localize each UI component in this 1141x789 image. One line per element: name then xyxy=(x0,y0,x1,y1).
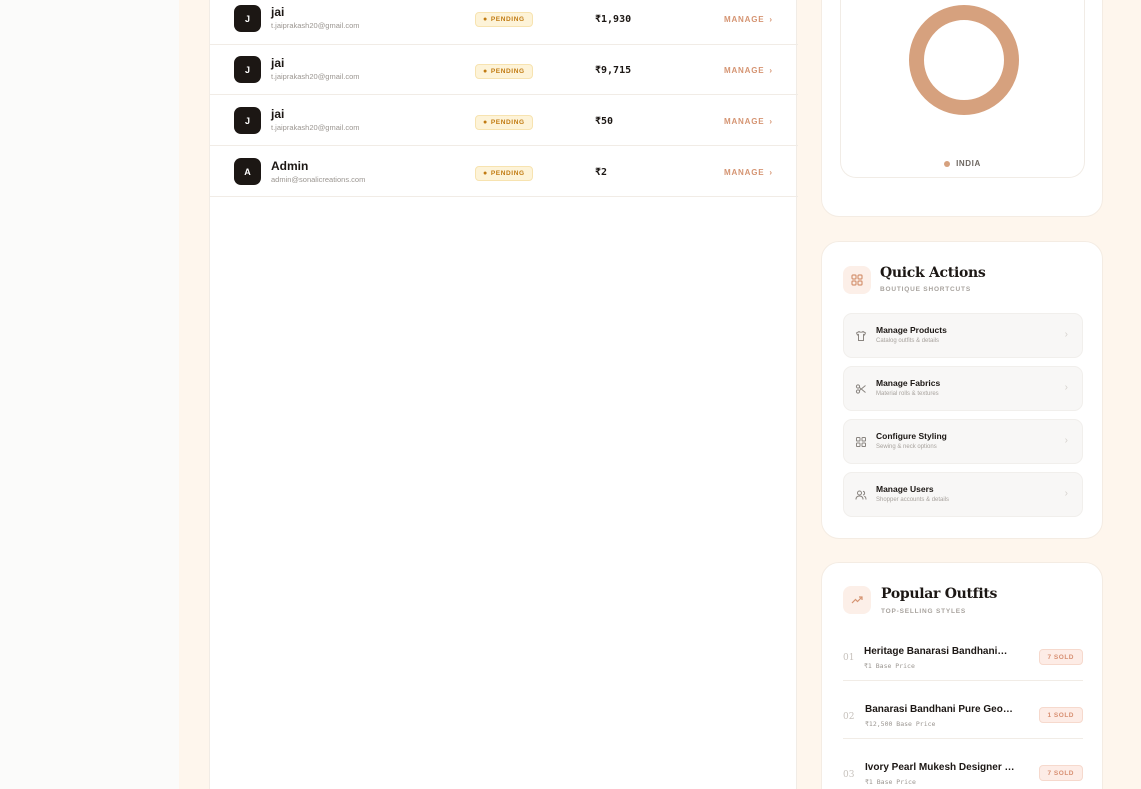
chevron-right-icon: › xyxy=(769,15,773,24)
status-dot-icon: ● xyxy=(483,170,488,177)
order-amount: ₹2 xyxy=(595,167,608,178)
quick-action-subtitle: Material rolls & textures xyxy=(876,391,939,397)
panel-subtitle: BOUTIQUE SHORTCUTS xyxy=(880,286,971,293)
manage-label: MANAGE xyxy=(724,117,765,126)
shirt-icon xyxy=(853,328,869,344)
region-donut-chart xyxy=(909,5,1019,115)
customer-name: jai xyxy=(271,56,285,70)
chevron-right-icon: › xyxy=(1064,435,1068,446)
quick-action-subtitle: Catalog outfits & details xyxy=(876,338,940,344)
scissors-icon xyxy=(853,381,869,397)
status-badge: ● PENDING xyxy=(475,166,533,181)
panel-title: Popular Outfits xyxy=(881,586,998,602)
rank-number: 02 xyxy=(843,712,855,722)
geography-chart-card: INDIA xyxy=(840,0,1085,178)
outfit-name: Banarasi Bandhani Pure Georgett… xyxy=(865,704,1015,715)
status-badge: ● PENDING xyxy=(475,64,533,79)
customer-name: Admin xyxy=(271,159,309,173)
quick-action-label: Configure Styling xyxy=(876,431,947,441)
chevron-right-icon: › xyxy=(769,66,773,75)
manage-label: MANAGE xyxy=(724,168,765,177)
status-dot-icon: ● xyxy=(483,68,488,75)
chart-legend: INDIA xyxy=(841,159,1084,168)
panel-title: Quick Actions xyxy=(880,265,986,281)
panel-subtitle: TOP-SELLING STYLES xyxy=(881,608,967,615)
outfit-price: ₹12,500 Base Price xyxy=(865,720,936,728)
rank-number: 01 xyxy=(843,653,855,663)
manage-order-link[interactable]: MANAGE › xyxy=(724,117,773,126)
sold-badge: 7 SOLD xyxy=(1038,649,1083,665)
table-row[interactable]: A Admin admin@sonalicreations.com ● PENDI… xyxy=(210,146,798,197)
chevron-right-icon: › xyxy=(1064,382,1068,393)
legend-dot-icon xyxy=(944,160,951,167)
customer-email: admin@sonalicreations.com xyxy=(271,175,366,184)
avatar: A xyxy=(234,158,261,185)
quick-action-subtitle: Sewing & neck options xyxy=(876,444,937,450)
table-row[interactable]: J jai t.jaiprakash20@gmail.com ● PENDING … xyxy=(210,0,798,45)
quick-action-label: Manage Products xyxy=(876,325,947,335)
table-row[interactable]: J jai t.jaiprakash20@gmail.com ● PENDING … xyxy=(210,44,798,95)
customer-name: jai xyxy=(271,107,285,121)
geography-panel: INDIA xyxy=(821,0,1103,217)
sold-badge: 1 SOLD xyxy=(1038,707,1083,723)
manage-label: MANAGE xyxy=(724,15,765,24)
list-item[interactable]: 02 Banarasi Bandhani Pure Georgett… ₹12,… xyxy=(843,694,1083,739)
popular-outfits-panel: Popular Outfits TOP-SELLING STYLES 01 He… xyxy=(821,562,1103,789)
status-dot-icon: ● xyxy=(483,119,488,126)
chevron-right-icon: › xyxy=(1064,488,1068,499)
recent-orders-card: J jai t.jaiprakash20@gmail.com ● PENDING … xyxy=(209,0,798,789)
quick-action-label: Manage Fabrics xyxy=(876,378,941,388)
status-dot-icon: ● xyxy=(483,16,488,23)
outfit-name: Heritage Banarasi Bandhani… xyxy=(864,646,1008,657)
quick-actions-panel: Quick Actions BOUTIQUE SHORTCUTS Manage … xyxy=(821,241,1103,539)
manage-order-link[interactable]: MANAGE › xyxy=(724,168,773,177)
manage-order-link[interactable]: MANAGE › xyxy=(724,66,773,75)
order-amount: ₹9,715 xyxy=(595,65,632,76)
manage-label: MANAGE xyxy=(724,66,765,75)
trending-up-icon xyxy=(843,586,871,614)
customer-email: t.jaiprakash20@gmail.com xyxy=(271,21,360,30)
grid-icon xyxy=(843,266,871,294)
rank-number: 03 xyxy=(843,770,855,780)
status-label: PENDING xyxy=(490,16,525,23)
status-label: PENDING xyxy=(490,170,525,177)
chevron-right-icon: › xyxy=(1064,329,1068,340)
chevron-right-icon: › xyxy=(769,168,773,177)
legend-label: INDIA xyxy=(956,159,981,168)
quick-action-manage-products[interactable]: Manage Products Catalog outfits & detail… xyxy=(843,313,1083,358)
customer-email: t.jaiprakash20@gmail.com xyxy=(271,72,360,81)
quick-action-subtitle: Shopper accounts & details xyxy=(876,497,950,503)
quick-action-manage-fabrics[interactable]: Manage Fabrics Material rolls & textures… xyxy=(843,366,1083,411)
order-amount: ₹1,930 xyxy=(595,14,632,25)
status-badge: ● PENDING xyxy=(475,12,533,27)
users-icon xyxy=(853,487,869,503)
order-amount: ₹50 xyxy=(595,116,614,127)
quick-action-label: Manage Users xyxy=(876,484,934,494)
avatar: J xyxy=(234,107,261,134)
status-label: PENDING xyxy=(490,68,525,75)
grid-icon xyxy=(853,434,869,450)
outfit-price: ₹1 Base Price xyxy=(864,662,915,670)
customer-name: jai xyxy=(271,5,285,19)
status-badge: ● PENDING xyxy=(475,115,533,130)
list-item[interactable]: 03 Ivory Pearl Mukesh Designer Sar… ₹1 B… xyxy=(843,752,1083,789)
avatar: J xyxy=(234,5,261,32)
manage-order-link[interactable]: MANAGE › xyxy=(724,15,773,24)
outfit-price: ₹1 Base Price xyxy=(865,778,916,786)
quick-action-configure-styling[interactable]: Configure Styling Sewing & neck options … xyxy=(843,419,1083,464)
outfit-name: Ivory Pearl Mukesh Designer Sar… xyxy=(865,762,1015,773)
sold-badge: 7 SOLD xyxy=(1038,765,1083,781)
table-row[interactable]: J jai t.jaiprakash20@gmail.com ● PENDING … xyxy=(210,95,798,146)
list-item[interactable]: 01 Heritage Banarasi Bandhani… ₹1 Base P… xyxy=(843,636,1083,681)
quick-action-manage-users[interactable]: Manage Users Shopper accounts & details … xyxy=(843,472,1083,517)
customer-email: t.jaiprakash20@gmail.com xyxy=(271,123,360,132)
avatar: J xyxy=(234,56,261,83)
status-label: PENDING xyxy=(490,119,525,126)
chevron-right-icon: › xyxy=(769,117,773,126)
